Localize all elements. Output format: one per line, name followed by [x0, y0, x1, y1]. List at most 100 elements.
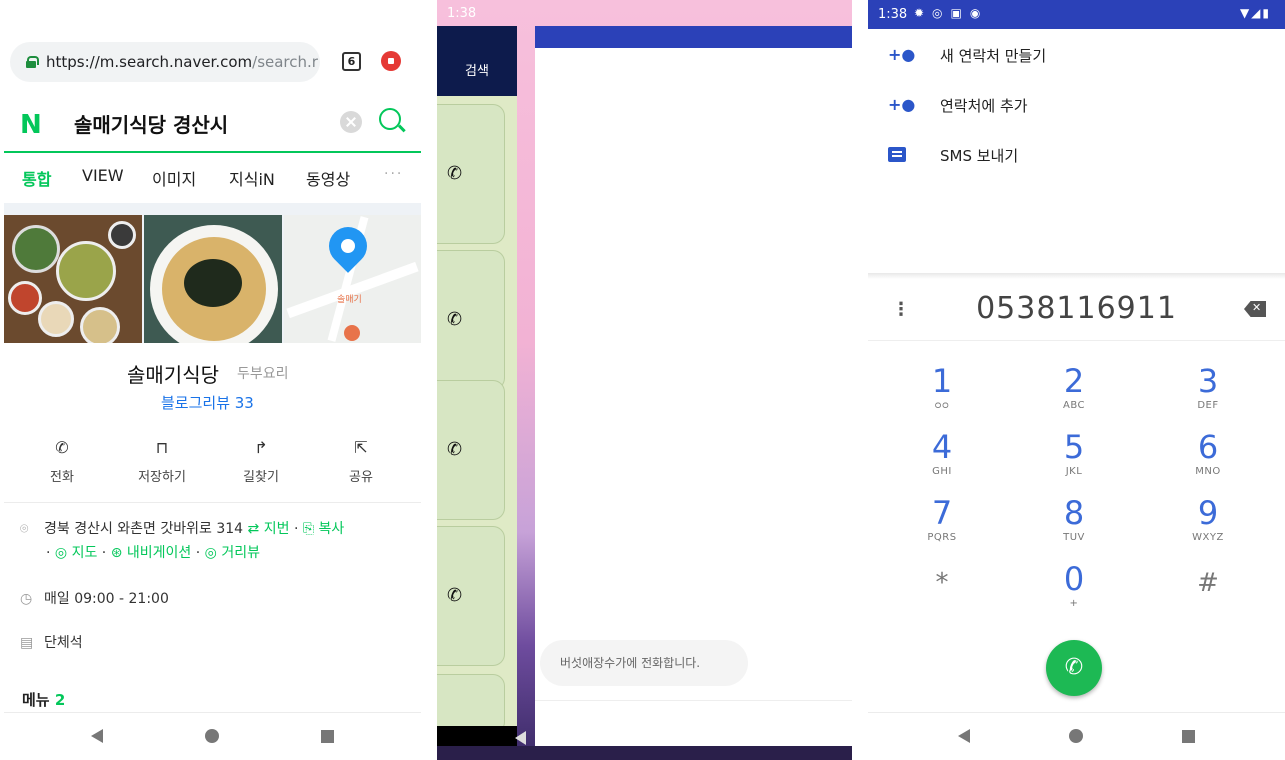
search-query[interactable]: 솔매기식당 경산시 [74, 109, 228, 138]
divider [868, 340, 1285, 341]
navigation-link[interactable]: ⊛ 내비게이션 [111, 545, 192, 561]
key-letters: + [1069, 598, 1079, 609]
battery-icon: ▼◢▮ [1239, 6, 1271, 20]
key-digit: 0 [1063, 560, 1085, 598]
list-item[interactable] [437, 674, 505, 734]
status-time: 1:38 [447, 6, 477, 21]
dialed-number[interactable]: 0538116911 [868, 291, 1285, 326]
tab-view[interactable]: VIEW [82, 166, 124, 185]
tab-switcher-button[interactable]: 6 [342, 52, 361, 71]
search-icon[interactable] [379, 108, 401, 130]
dialer-screen: 1:38 ✹◎▣◉ ▼◢▮ +● 새 연락처 만들기 +● 연락처에 추가 SM… [868, 0, 1285, 760]
phone-icon[interactable]: ✆ [447, 439, 462, 460]
key-star[interactable]: * [902, 566, 982, 600]
menu-title: 메뉴 2 [22, 689, 65, 710]
key-digit: # [1197, 568, 1219, 598]
key-letters: ABC [1062, 400, 1085, 411]
create-contact-label: 새 연락처 만들기 [940, 47, 1047, 65]
blog-review-link[interactable]: 블로그리뷰 33 [161, 392, 254, 413]
directions-action-label: 길찾기 [243, 470, 279, 485]
call-action[interactable]: ✆ 전화 [22, 438, 102, 485]
list-item[interactable]: ✆ [437, 250, 505, 390]
browser-screen: https://m.search.naver.com/search.r 6 N … [0, 0, 425, 760]
share-action-label: 공유 [349, 470, 373, 485]
right-app-header [535, 26, 852, 48]
list-item[interactable]: ✆ [437, 526, 505, 666]
address-links-row: · ◎ 지도 · ⊛ 내비게이션 · ◎ 거리뷰 [46, 545, 260, 561]
send-sms-label: SMS 보내기 [940, 147, 1019, 165]
share-action[interactable]: ⇱ 공유 [321, 438, 401, 485]
key-digit: 8 [1063, 494, 1085, 532]
store-icon: ▤ [20, 635, 34, 651]
left-app-window: 검색 ✆ ✆ ✆ ✆ [437, 26, 517, 760]
save-action[interactable]: ⊓ 저장하기 [122, 438, 202, 485]
multiwindow-screen: 1:38 검색 ✆ ✆ ✆ ✆ 버섯애장수가에 전화합니다. [437, 0, 852, 760]
street-view-link[interactable]: ◎ 거리뷰 [205, 545, 260, 561]
key-digit: * [935, 568, 949, 598]
key-0[interactable]: 0 + [1034, 562, 1114, 609]
toast-message: 버섯애장수가에 전화합니다. [540, 640, 748, 686]
extension-icon[interactable] [381, 51, 401, 71]
phone-icon[interactable]: ✆ [447, 163, 462, 184]
address-text: 경북 경산시 와촌면 갓바위로 314 [44, 521, 244, 537]
call-button[interactable]: ✆ [1046, 640, 1102, 696]
lock-icon [26, 56, 39, 68]
hours-row: ◷ 매일 09:00 - 21:00 [20, 588, 169, 608]
tab-knowledge[interactable]: 지식iN [229, 166, 275, 190]
system-nav-bar [868, 712, 1285, 760]
key-8[interactable]: 8 TUV [1034, 496, 1114, 543]
key-digit: 5 [1063, 428, 1085, 466]
back-icon[interactable] [91, 729, 103, 743]
directions-icon: ↱ [254, 438, 268, 457]
phone-icon[interactable]: ✆ [447, 309, 462, 330]
message-icon [888, 145, 912, 164]
recents-icon[interactable] [321, 729, 334, 743]
address-row: ⌾ 경북 경산시 와촌면 갓바위로 314 ⇄ 지번 · ⎘ 복사 [20, 521, 345, 537]
divider [535, 700, 852, 701]
back-icon[interactable] [515, 731, 526, 745]
food-photo-2[interactable] [144, 215, 282, 343]
key-4[interactable]: 4 GHI [902, 430, 982, 477]
place-category: 두부요리 [237, 366, 289, 382]
tab-more[interactable]: ··· [384, 166, 403, 182]
home-icon[interactable] [205, 729, 219, 743]
key-letters: GHI [932, 466, 952, 477]
copy-link[interactable]: ⎘ 복사 [303, 521, 344, 537]
clock-icon: ◷ [20, 591, 33, 607]
home-icon[interactable] [1068, 729, 1083, 743]
voicemail-icon: ᴑᴑ [934, 400, 950, 411]
search-button[interactable]: 검색 [437, 26, 517, 96]
menu-count: 2 [54, 691, 66, 709]
key-7[interactable]: 7 PQRS [902, 496, 982, 543]
key-9[interactable]: 9 WXYZ [1168, 496, 1248, 543]
add-contact-icon: +● [888, 45, 916, 64]
food-photo-1[interactable] [4, 215, 142, 343]
key-letters: PQRS [927, 532, 957, 543]
list-item[interactable]: ✆ [437, 380, 505, 520]
notification-icons: ✹◎▣◉ [914, 6, 989, 20]
clear-search-icon[interactable] [340, 111, 362, 133]
key-6[interactable]: 6 MNO [1168, 430, 1248, 477]
back-icon[interactable] [957, 729, 970, 743]
tab-video[interactable]: 동영상 [306, 166, 350, 190]
naver-logo[interactable]: N [20, 110, 42, 140]
key-digit: 4 [931, 428, 953, 466]
phone-icon: ✆ [1064, 655, 1084, 680]
key-5[interactable]: 5 JKL [1034, 430, 1114, 477]
url-bar[interactable]: https://m.search.naver.com/search.r [10, 42, 320, 82]
tab-images[interactable]: 이미지 [152, 166, 196, 190]
phone-icon[interactable]: ✆ [447, 585, 462, 606]
place-name[interactable]: 솔매기식당 [127, 359, 219, 388]
jibun-link[interactable]: ⇄ 지번 [248, 521, 290, 537]
key-3[interactable]: 3 DEF [1168, 364, 1248, 411]
recents-icon[interactable] [1182, 729, 1196, 743]
key-2[interactable]: 2 ABC [1034, 364, 1114, 411]
key-letters: WXYZ [1192, 532, 1224, 543]
list-item[interactable]: ✆ [437, 104, 505, 244]
tab-integrated[interactable]: 통합 [22, 166, 51, 190]
status-bar: 1:38 [437, 0, 852, 26]
key-1[interactable]: 1 ᴑᴑ [902, 364, 982, 411]
map-link[interactable]: ◎ 지도 [55, 545, 97, 561]
directions-action[interactable]: ↱ 길찾기 [221, 438, 301, 485]
key-hash[interactable]: # [1168, 566, 1248, 600]
